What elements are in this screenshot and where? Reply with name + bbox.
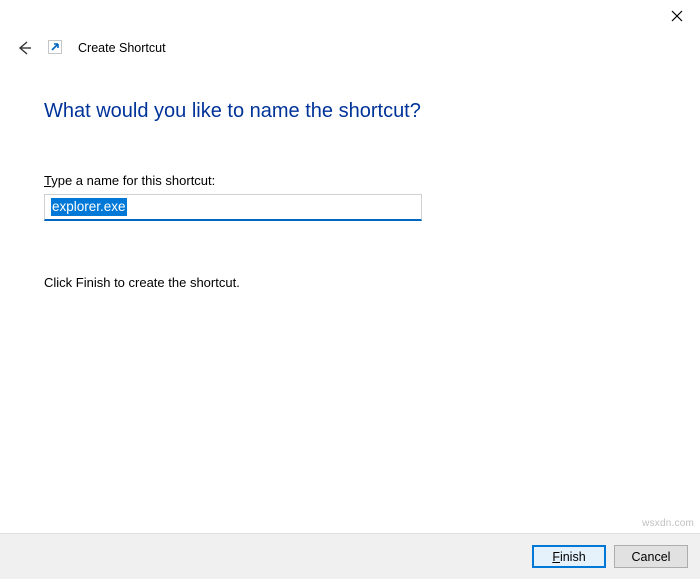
shortcut-name-input[interactable]: explorer.exe — [44, 194, 422, 221]
back-button[interactable] — [14, 38, 34, 58]
button-label-rest: inish — [560, 550, 586, 564]
label-rest: ype a name for this shortcut: — [51, 173, 215, 188]
wizard-title: Create Shortcut — [78, 41, 166, 55]
shortcut-overlay-icon — [48, 40, 64, 56]
content-area: What would you like to name the shortcut… — [44, 100, 656, 290]
cancel-button[interactable]: Cancel — [614, 545, 688, 568]
page-heading: What would you like to name the shortcut… — [44, 100, 656, 123]
titlebar — [654, 0, 700, 32]
instruction-text: Click Finish to create the shortcut. — [44, 275, 656, 290]
input-label: Type a name for this shortcut: — [44, 173, 656, 188]
close-button[interactable] — [654, 0, 700, 32]
back-arrow-icon — [16, 40, 32, 56]
close-icon — [671, 10, 683, 22]
input-selection: explorer.exe — [51, 198, 127, 216]
wizard-footer: Finish Cancel — [0, 533, 700, 579]
accelerator-char: F — [552, 550, 560, 564]
finish-button[interactable]: Finish — [532, 545, 606, 568]
wizard-header: Create Shortcut — [14, 38, 166, 58]
watermark: wsxdn.com — [642, 518, 694, 529]
